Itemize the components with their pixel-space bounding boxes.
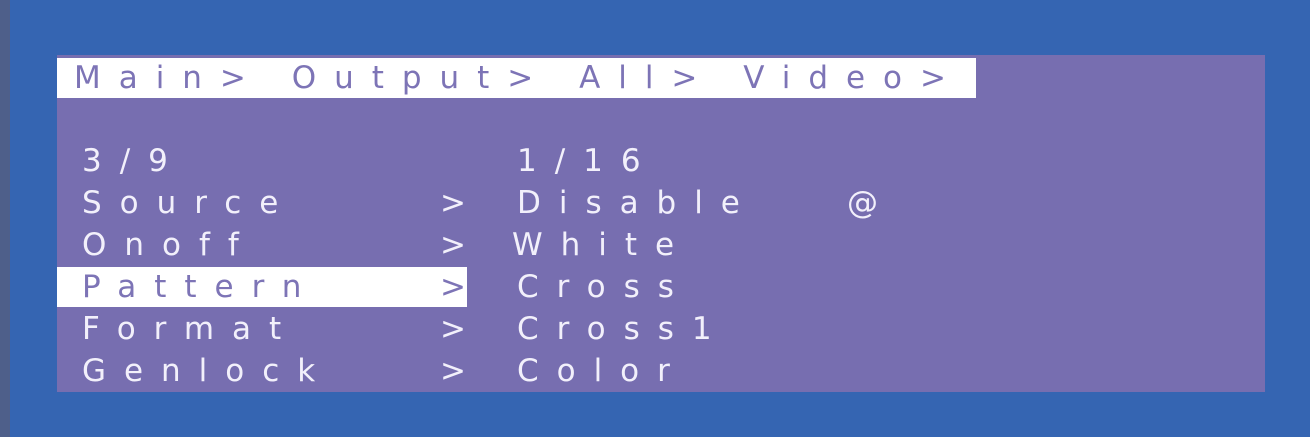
menu-value-genlock[interactable]: Color: [517, 351, 688, 391]
current-marker: @: [847, 185, 896, 221]
submenu-arrow: >: [440, 185, 484, 221]
window-left-edge: [0, 0, 10, 437]
menu-value-onoff[interactable]: White: [512, 225, 692, 265]
menu-item-pattern[interactable]: Pattern: [82, 267, 319, 307]
breadcrumb: Main> Output> All> Video>: [57, 58, 976, 98]
submenu-arrow: >: [440, 269, 484, 305]
menu-value-format[interactable]: Cross1: [517, 309, 730, 349]
page-indicator: 3/9: [82, 143, 186, 179]
submenu-page-indicator: 1/16: [517, 143, 659, 179]
menu-item-onoff[interactable]: Onoff: [82, 225, 257, 265]
menu-item-genlock[interactable]: Genlock: [82, 351, 333, 391]
osd-screen: Main> Output> All> Video> 3/9 1/16 Sourc…: [57, 55, 1265, 392]
submenu-arrow: >: [440, 311, 484, 347]
menu-value-source[interactable]: Disable: [517, 183, 758, 223]
submenu-arrow: >: [440, 353, 484, 389]
menu-value-pattern[interactable]: Cross: [517, 267, 692, 307]
menu-item-format[interactable]: Format: [82, 309, 299, 349]
menu-item-source[interactable]: Source: [82, 183, 296, 223]
submenu-arrow: >: [440, 227, 484, 263]
